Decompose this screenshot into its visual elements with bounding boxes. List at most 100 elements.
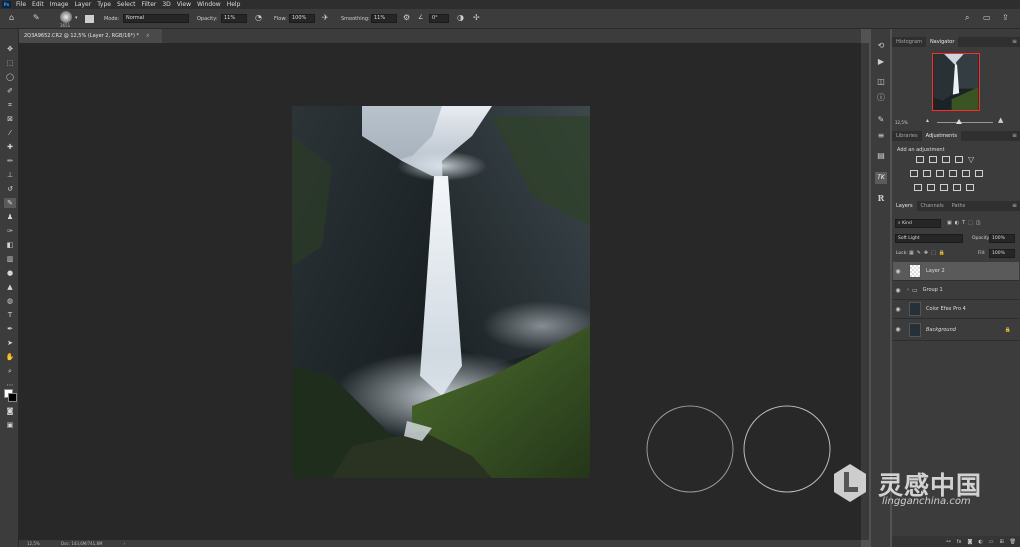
color-balance-icon[interactable] <box>923 170 931 177</box>
eye-icon[interactable]: ◉ <box>893 268 903 275</box>
layer-row[interactable]: ◉ Layer 2 <box>893 262 1019 281</box>
invert-icon[interactable] <box>914 184 922 191</box>
tab-channels[interactable]: Channels <box>917 201 948 211</box>
zoom-tool-icon[interactable]: ⌕ <box>4 366 16 376</box>
menu-type[interactable]: Type <box>97 1 111 8</box>
brushes-panel-icon[interactable]: ≡ <box>875 130 887 142</box>
pressure-opacity-icon[interactable]: ◔ <box>255 13 262 23</box>
panel-menu-icon[interactable]: ≡ <box>1012 201 1017 211</box>
hand-tool-icon[interactable]: ✋ <box>4 352 16 362</box>
panel-menu-icon[interactable]: ≡ <box>1012 131 1017 141</box>
adjustment-icon[interactable]: ◐ <box>978 539 982 545</box>
screen-mode-icon[interactable]: ▣ <box>4 420 16 430</box>
panel-menu-icon[interactable]: ≡ <box>1012 37 1017 47</box>
share-icon[interactable]: ⇪ <box>1002 13 1009 23</box>
history-art-brush-icon[interactable]: ✑ <box>4 226 16 236</box>
mask-icon[interactable]: ◙ <box>967 539 972 545</box>
trash-icon[interactable]: 🗑 <box>1010 539 1016 545</box>
properties-icon[interactable]: ◫ <box>875 76 887 88</box>
tab-libraries[interactable]: Libraries <box>892 131 922 141</box>
zoom-out-icon[interactable]: ▴ <box>926 117 929 124</box>
pressure-size-icon[interactable]: ◑ <box>457 13 464 23</box>
navigator-preview[interactable] <box>932 53 980 111</box>
gradient-map-icon[interactable] <box>953 184 961 191</box>
black-white-icon[interactable] <box>936 170 944 177</box>
menu-window[interactable]: Window <box>197 1 221 8</box>
tab-adjustments[interactable]: Adjustments <box>921 131 961 141</box>
selective-color-icon[interactable] <box>966 184 974 191</box>
brush-settings-panel-icon[interactable]: ✎ <box>875 114 887 126</box>
crop-tool-icon[interactable]: ⌗ <box>4 100 16 110</box>
eye-icon[interactable]: ◉ <box>893 306 903 313</box>
zoom-in-icon[interactable]: ▲ <box>998 116 1003 124</box>
workspace-icon[interactable]: ▭ <box>983 13 991 23</box>
document-image[interactable] <box>292 106 590 478</box>
zoom-slider[interactable] <box>937 122 993 123</box>
marquee-tool-icon[interactable]: ⬚ <box>4 58 16 68</box>
levels-icon[interactable] <box>929 156 937 163</box>
gear-icon[interactable]: ⚙ <box>403 13 410 23</box>
dodge-tool-icon[interactable]: ▲ <box>4 282 16 292</box>
clone-stamp-tool-icon[interactable]: ⊥ <box>4 170 16 180</box>
symmetry-icon[interactable]: ✢ <box>473 13 480 23</box>
blur-tool-icon[interactable]: ● <box>4 268 16 278</box>
pen-tool-icon[interactable]: ✒ <box>4 324 16 334</box>
document-tab[interactable]: 2Q3A9652.CR2 @ 12,5% (Layer 2, RGB/16*) … <box>19 29 162 43</box>
close-icon[interactable]: × <box>146 33 150 39</box>
exposure-icon[interactable] <box>955 156 963 163</box>
brush-tool-icon[interactable]: ✎ <box>33 13 40 23</box>
retouch-plugin-icon[interactable]: R <box>875 192 887 204</box>
photo-filter-icon[interactable] <box>949 170 957 177</box>
lock-icons[interactable]: ▦✎✥⬚🔒 <box>909 250 948 256</box>
chevron-down-icon[interactable]: ▾ <box>75 13 78 23</box>
menu-file[interactable]: File <box>16 1 26 8</box>
smoothing-input[interactable]: 11% <box>371 14 397 23</box>
eyedropper-tool-icon[interactable]: ⁄ <box>4 128 16 138</box>
history-icon[interactable]: ⟲ <box>875 40 887 52</box>
gradient-tool-icon[interactable]: ▥ <box>4 254 16 264</box>
folder-icon[interactable]: ▭ <box>989 539 994 545</box>
angle-input[interactable]: 0° <box>429 14 449 23</box>
menu-filter[interactable]: Filter <box>142 1 157 8</box>
quick-mask-icon[interactable]: ◙ <box>4 406 16 416</box>
channel-mixer-icon[interactable] <box>962 170 970 177</box>
hue-saturation-icon[interactable] <box>910 170 918 177</box>
styles-icon[interactable]: ▤ <box>875 150 887 162</box>
search-icon[interactable]: ⌕ <box>965 13 969 23</box>
brightness-contrast-icon[interactable] <box>916 156 924 163</box>
link-icon[interactable]: ⚯ <box>947 539 951 545</box>
lasso-tool-icon[interactable]: ◯ <box>4 72 16 82</box>
curves-icon[interactable] <box>942 156 950 163</box>
expand-arrow-icon[interactable]: › <box>907 287 909 293</box>
healing-brush-tool-icon[interactable]: ✚ <box>4 142 16 152</box>
opacity-input[interactable]: 11% <box>221 14 247 23</box>
frame-tool-icon[interactable]: ⊠ <box>4 114 16 124</box>
info-icon[interactable]: ⓘ <box>875 92 887 104</box>
fill-input[interactable]: 100% <box>989 249 1015 258</box>
layer-row[interactable]: ◉ Color Efex Pro 4 <box>893 300 1019 319</box>
tab-navigator[interactable]: Navigator <box>925 37 959 47</box>
tk-plugin-icon[interactable]: TK <box>875 172 887 184</box>
type-tool-icon[interactable]: T <box>4 310 16 320</box>
blend-mode-select[interactable]: Soft Light <box>895 234 963 243</box>
vibrance-icon[interactable]: ▽ <box>968 156 974 164</box>
color-lookup-icon[interactable] <box>975 170 983 177</box>
zoom-slider-thumb[interactable] <box>956 119 962 124</box>
tab-layers[interactable]: Layers <box>892 201 917 211</box>
layer-filter-select[interactable]: ⌕ Kind <box>895 219 941 228</box>
threshold-icon[interactable] <box>940 184 948 191</box>
sponge-tool-icon[interactable]: ◍ <box>4 296 16 306</box>
eraser-tool-icon[interactable]: ◧ <box>4 240 16 250</box>
menu-layer[interactable]: Layer <box>74 1 91 8</box>
flow-input[interactable]: 100% <box>289 14 315 23</box>
move-tool-icon[interactable]: ✥ <box>4 44 16 54</box>
fx-icon[interactable]: fx <box>957 539 962 545</box>
path-select-tool-icon[interactable]: ➤ <box>4 338 16 348</box>
history-brush-tool-icon[interactable]: ↺ <box>4 184 16 194</box>
layer-filter-icons[interactable]: ▣◐T⬚◫ <box>947 220 984 226</box>
layer-opacity-input[interactable]: 100% <box>989 234 1015 243</box>
status-arrow-icon[interactable]: › <box>124 541 126 546</box>
tab-paths[interactable]: Paths <box>948 201 970 211</box>
eye-icon[interactable]: ◉ <box>893 326 903 333</box>
new-layer-icon[interactable]: ⊞ <box>999 539 1003 545</box>
